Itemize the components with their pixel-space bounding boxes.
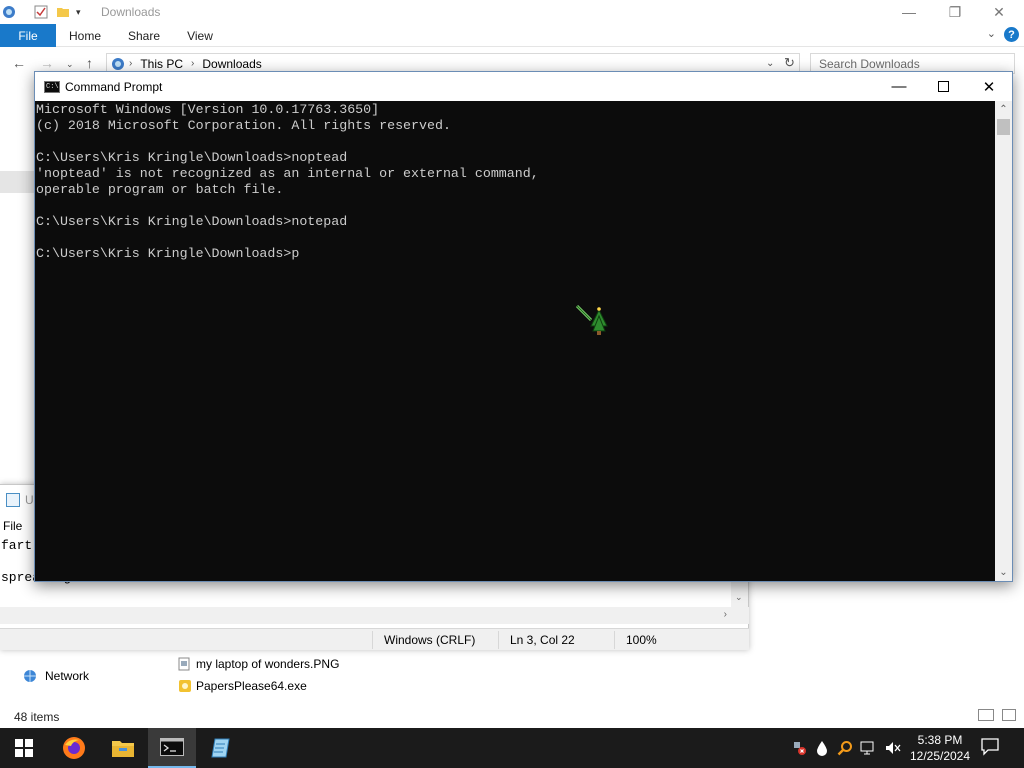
- notepad-title-icon: [6, 493, 20, 507]
- explorer-ribbon: File Home Share View ⌄ ?: [0, 24, 1024, 47]
- nav-item-network[interactable]: Network: [22, 669, 89, 683]
- taskbar-firefox[interactable]: [50, 728, 98, 768]
- explorer-app-icon: [2, 4, 16, 20]
- file-row[interactable]: PapersPlease64.exe: [178, 679, 307, 693]
- christmas-tree-cursor-icon: [575, 304, 611, 339]
- status-line-ending: Windows (CRLF): [384, 633, 476, 647]
- tab-file[interactable]: File: [0, 24, 56, 47]
- droplet-icon[interactable]: [813, 738, 831, 758]
- command-prompt-icon: [160, 738, 184, 756]
- tab-view[interactable]: View: [178, 24, 222, 47]
- notepad-title: U: [25, 493, 34, 507]
- details-view-icon[interactable]: [978, 709, 994, 721]
- file-name: my laptop of wonders.PNG: [196, 657, 340, 671]
- console-line: 'noptead' is not recognized as an intern…: [36, 166, 539, 181]
- clock-date: 12/25/2024: [909, 749, 971, 763]
- address-dropdown-icon[interactable]: ⌄: [766, 58, 774, 69]
- image-file-icon: [178, 657, 190, 671]
- file-name: PapersPlease64.exe: [196, 679, 307, 693]
- volume-muted-icon[interactable]: [884, 738, 902, 758]
- explorer-window-title: Downloads: [101, 5, 161, 19]
- taskbar-file-explorer[interactable]: [99, 728, 147, 768]
- system-clock[interactable]: 5:38 PM 12/25/2024: [905, 732, 975, 764]
- taskbar-command-prompt[interactable]: [148, 728, 196, 768]
- properties-icon[interactable]: [34, 4, 48, 20]
- console-line: Microsoft Windows [Version 10.0.17763.36…: [36, 102, 380, 117]
- breadcrumb-separator-icon: ›: [191, 58, 195, 69]
- notepad-icon: [211, 738, 230, 758]
- scroll-right-icon[interactable]: ›: [724, 609, 727, 620]
- console-line: C:\Users\Kris Kringle\Downloads>notepad: [36, 214, 348, 229]
- cmd-vertical-scrollbar[interactable]: ⌃ ⌄: [995, 101, 1012, 581]
- up-arrow-icon[interactable]: ↑: [86, 55, 93, 71]
- cmd-minimize-button[interactable]: —: [876, 72, 922, 101]
- console-output[interactable]: Microsoft Windows [Version 10.0.17763.36…: [35, 101, 995, 581]
- forward-arrow-icon[interactable]: →: [40, 55, 54, 71]
- status-divider: [614, 631, 615, 649]
- cmd-maximize-button[interactable]: [920, 72, 966, 101]
- action-center-button[interactable]: [980, 736, 1002, 758]
- command-prompt-window[interactable]: C:\ Command Prompt — ✕ Microsoft Windows…: [34, 71, 1013, 582]
- help-icon[interactable]: ?: [1004, 27, 1019, 42]
- explorer-restore-button[interactable]: ❐: [932, 0, 978, 24]
- breadcrumb-separator-icon: ›: [129, 58, 133, 69]
- security-alert-icon[interactable]: [790, 738, 808, 758]
- explorer-minimize-button[interactable]: —: [886, 0, 932, 24]
- notification-icon: [981, 738, 999, 756]
- console-line: C:\Users\Kris Kringle\Downloads>p: [36, 246, 300, 261]
- cmd-close-button[interactable]: ✕: [966, 72, 1012, 101]
- scroll-down-icon[interactable]: ⌄: [735, 592, 743, 603]
- menu-file[interactable]: File: [3, 519, 22, 533]
- windows-start-icon: [15, 739, 33, 757]
- exe-file-icon: [179, 680, 191, 692]
- status-cursor-position: Ln 3, Col 22: [510, 633, 575, 647]
- console-line: operable program or batch file.: [36, 182, 284, 197]
- tab-home[interactable]: Home: [60, 24, 110, 47]
- taskbar-notepad[interactable]: [197, 728, 245, 768]
- back-arrow-icon[interactable]: ←: [12, 55, 26, 71]
- network-status-icon[interactable]: [860, 738, 878, 758]
- breadcrumb-this-pc[interactable]: This PC: [140, 57, 183, 71]
- cmd-titlebar[interactable]: C:\ Command Prompt — ✕: [35, 72, 1012, 101]
- search-magnifier-icon[interactable]: [836, 738, 854, 758]
- customize-toolbar-icon[interactable]: ▾: [76, 4, 81, 20]
- large-icons-view-icon[interactable]: [1002, 709, 1016, 721]
- cmd-window-title: Command Prompt: [65, 80, 163, 94]
- clock-time: 5:38 PM: [917, 733, 963, 747]
- start-button[interactable]: [0, 728, 48, 768]
- refresh-icon[interactable]: ↻: [784, 55, 795, 71]
- ribbon-expand-icon[interactable]: ⌄: [987, 27, 996, 40]
- console-line: (c) 2018 Microsoft Corporation. All righ…: [36, 118, 451, 133]
- new-folder-icon[interactable]: [56, 4, 70, 20]
- explorer-titlebar: ▾ Downloads — ❐ ✕: [0, 0, 1024, 24]
- recent-locations-icon[interactable]: ⌄: [66, 59, 74, 70]
- command-prompt-icon: C:\: [44, 81, 60, 93]
- breadcrumb-downloads[interactable]: Downloads: [202, 57, 261, 71]
- maximize-icon: [937, 81, 949, 92]
- status-zoom: 100%: [626, 633, 657, 647]
- explorer-close-button[interactable]: ✕: [976, 0, 1022, 24]
- nav-pane-selected-item[interactable]: [0, 171, 34, 193]
- taskbar: 5:38 PM 12/25/2024: [0, 728, 1024, 768]
- notepad-horizontal-scrollbar[interactable]: ›: [0, 607, 749, 624]
- firefox-icon: [63, 737, 85, 759]
- console-line: C:\Users\Kris Kringle\Downloads>noptead: [36, 150, 348, 165]
- tab-share[interactable]: Share: [118, 24, 170, 47]
- status-divider: [498, 631, 499, 649]
- nav-network-label: Network: [45, 669, 90, 683]
- item-count: 48 items: [14, 710, 60, 724]
- file-row[interactable]: my laptop of wonders.PNG: [178, 657, 339, 671]
- network-icon: [24, 670, 36, 682]
- status-divider: [372, 631, 373, 649]
- scroll-up-icon[interactable]: ⌃: [995, 101, 1012, 118]
- file-explorer-icon: [112, 741, 134, 757]
- scroll-thumb[interactable]: [997, 119, 1010, 135]
- this-pc-icon: [112, 57, 124, 70]
- scroll-down-icon[interactable]: ⌄: [995, 564, 1012, 581]
- notepad-status-bar: Windows (CRLF) Ln 3, Col 22 100%: [0, 628, 749, 650]
